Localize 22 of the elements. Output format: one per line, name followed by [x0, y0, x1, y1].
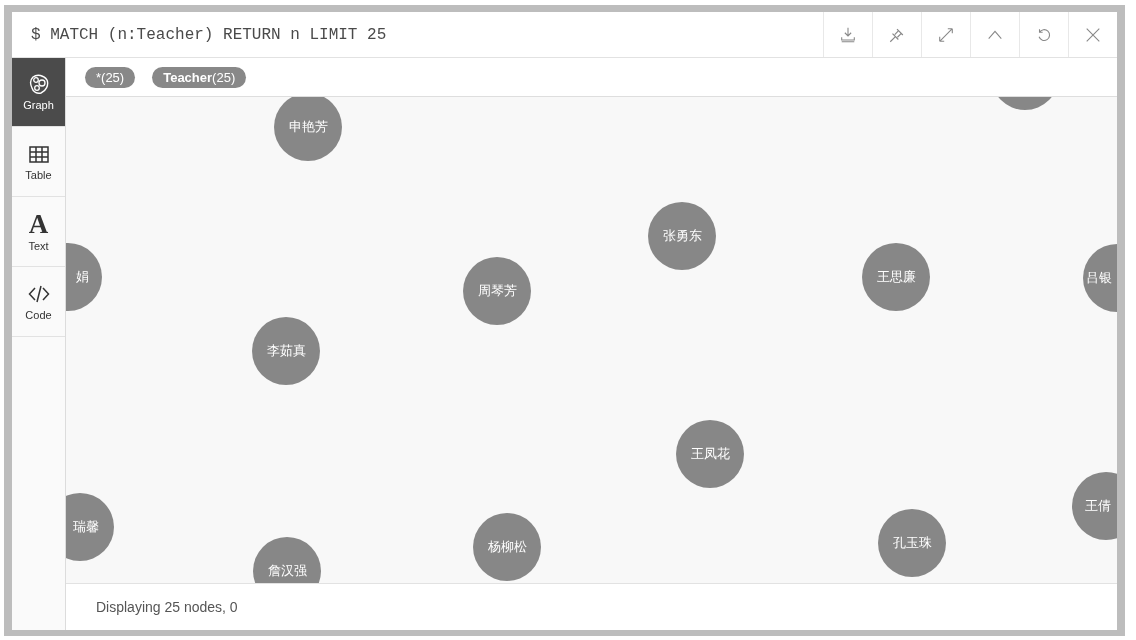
graph-node[interactable]: 王思廉 — [862, 243, 930, 311]
graph-node[interactable]: 李茹真 — [252, 317, 320, 385]
graph-node[interactable]: 娟 — [66, 243, 102, 311]
graph-node[interactable]: 吕银 — [1083, 244, 1117, 312]
download-icon — [839, 25, 857, 44]
graph-node[interactable]: 周琴芳 — [463, 257, 531, 325]
graph-node[interactable]: 王凤花 — [676, 420, 744, 488]
graph-node[interactable]: 申艳芳 — [274, 97, 342, 161]
query-text: $ MATCH (n:Teacher) RETURN n LIMIT 25 — [30, 25, 387, 44]
graph-icon — [27, 73, 50, 95]
status-text: Displaying 25 nodes, 0 — [96, 599, 238, 615]
expand-icon — [937, 25, 955, 44]
graph-node[interactable]: 杨柳松 — [473, 513, 541, 581]
label-tag[interactable]: *(25) — [85, 66, 136, 88]
graph-node[interactable]: 孔玉珠 — [878, 509, 946, 577]
graph-node[interactable]: 王倩 — [1072, 472, 1117, 540]
graph-node[interactable]: 詹汉强 — [253, 537, 321, 583]
graph-node[interactable]: 张勇东 — [648, 202, 716, 270]
letter-a-icon: A — [28, 211, 49, 236]
label-tag[interactable]: Teacher(25) — [152, 66, 247, 88]
view-tab[interactable]: Graph — [12, 58, 65, 127]
graph-node[interactable]: 瑞馨 — [66, 493, 114, 561]
